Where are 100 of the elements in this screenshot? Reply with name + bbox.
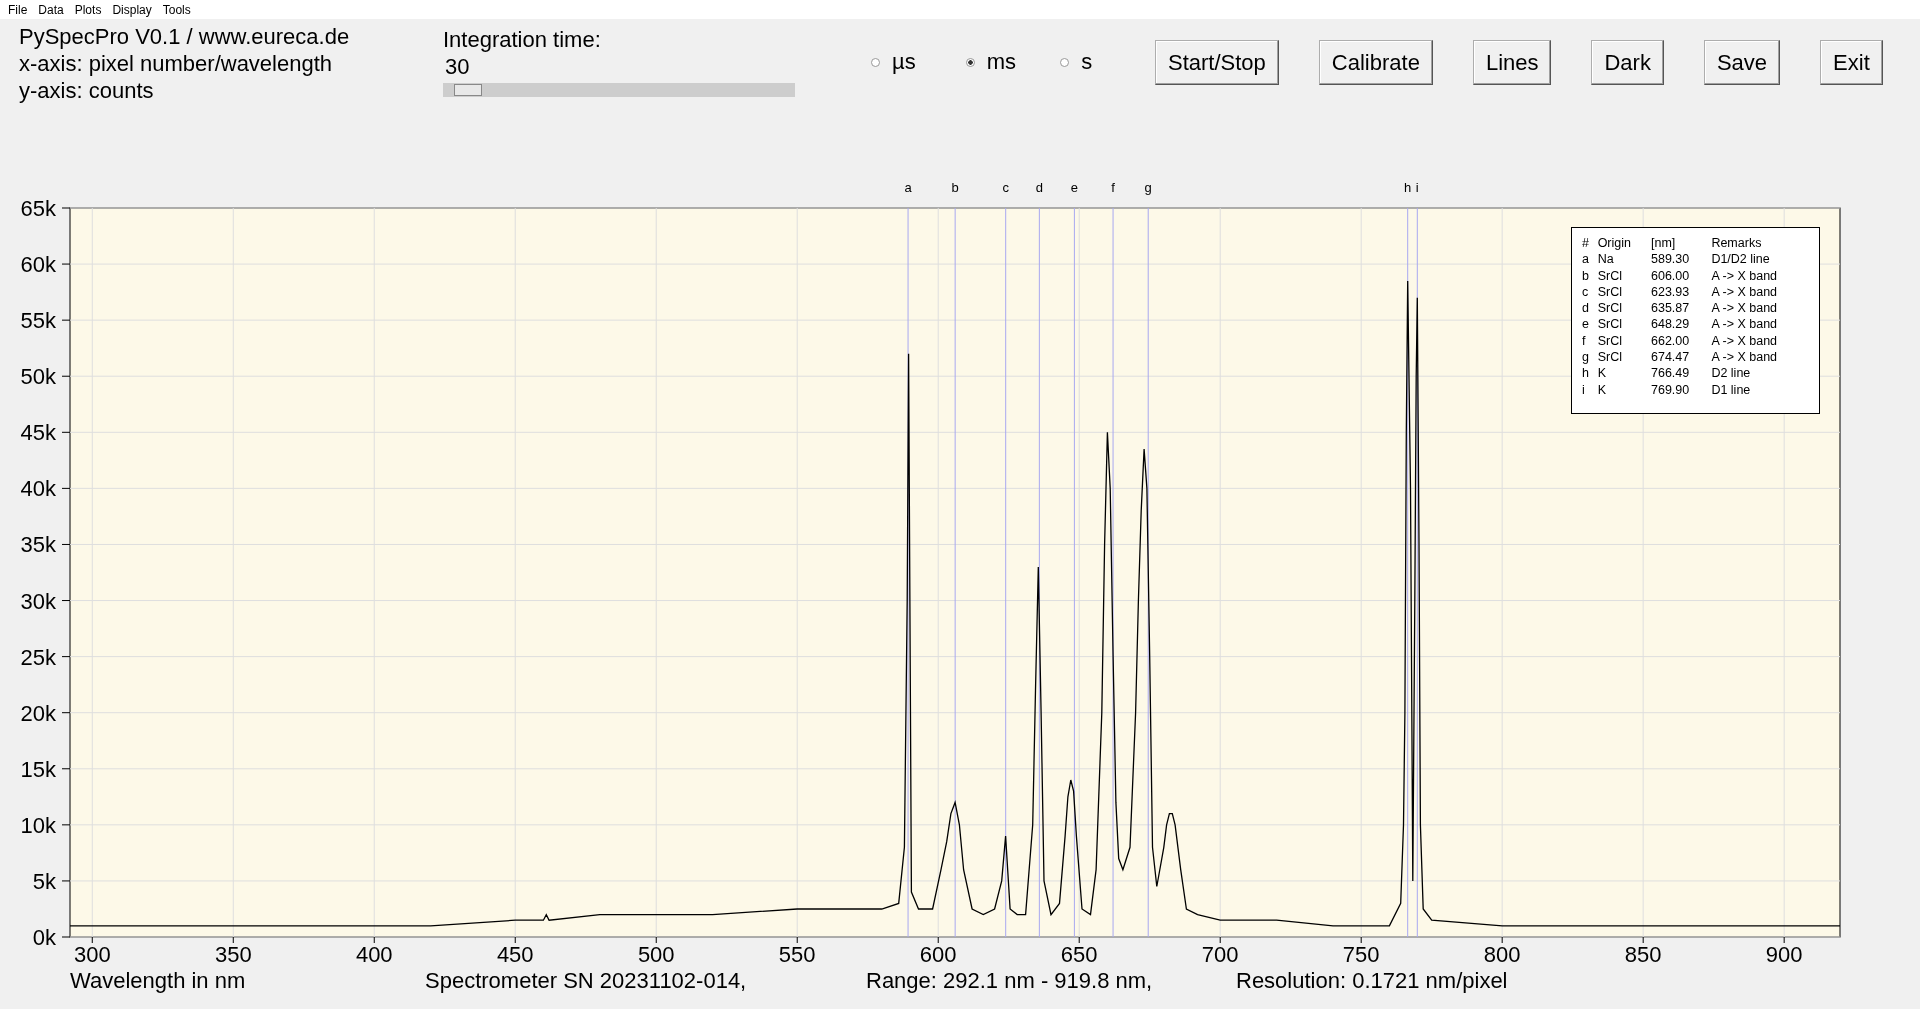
toolbar-button[interactable]: Lines <box>1472 40 1552 85</box>
y-tick-label: 50k <box>20 364 56 390</box>
legend-cell-text: K <box>1597 382 1607 399</box>
legend-cell-text: A -> X band <box>1711 350 1779 367</box>
y-tick-label: 35k <box>20 532 56 558</box>
legend-cell-text: i <box>1582 382 1586 399</box>
legend-cell-text: SrCl <box>1597 333 1623 350</box>
radio-label: s <box>1081 49 1093 75</box>
legend-cell-text: 769.90 <box>1651 382 1691 399</box>
x-tick-label: 650 <box>1060 942 1098 967</box>
x-tick-label: 450 <box>496 942 534 967</box>
integration-label: Integration time: <box>443 26 602 53</box>
menu-item[interactable]: Display <box>108 2 159 17</box>
y-tick-label: 10k <box>20 812 56 838</box>
unit-radio[interactable]: s <box>1060 49 1155 75</box>
legend-cell-text: 623.93 <box>1651 284 1691 301</box>
marker-label: b <box>951 180 959 195</box>
legend-cell-text: 589.30 <box>1651 252 1691 269</box>
y-tick-label: 0k <box>32 925 56 950</box>
menu-item[interactable]: File <box>4 2 35 17</box>
y-tick-label: 60k <box>20 252 56 278</box>
legend-cell-text: SrCl <box>1597 268 1623 285</box>
marker-label: a <box>904 180 912 195</box>
unit-radio[interactable]: µs <box>871 49 966 75</box>
unit-radio[interactable]: ms <box>965 49 1061 75</box>
toolbar-button[interactable]: Dark <box>1591 40 1664 85</box>
slider-thumb[interactable] <box>453 84 482 96</box>
menu-item[interactable]: Plots <box>70 2 109 17</box>
y-tick-label: 65k <box>20 196 56 221</box>
x-tick-label: 750 <box>1342 942 1380 967</box>
legend-cell-text: A -> X band <box>1711 317 1779 334</box>
legend-cell-text: g <box>1582 350 1590 367</box>
legend-cell-text: D1/D2 line <box>1711 252 1771 269</box>
x-tick-label: 850 <box>1624 942 1662 967</box>
info-text: PySpecPro V0.1 / www.eureca.de <box>19 23 351 50</box>
integration-value: 30 <box>444 53 471 80</box>
y-tick-label: 45k <box>20 420 56 446</box>
legend-cell-text: f <box>1582 333 1587 350</box>
marker-label: g <box>1144 180 1152 195</box>
toolbar-button[interactable]: Start/Stop <box>1155 40 1279 85</box>
legend-cell-text: A -> X band <box>1711 284 1779 301</box>
legend-cell-text: SrCl <box>1597 350 1623 367</box>
legend-cell-text: A -> X band <box>1711 333 1779 350</box>
x-tick-label: 500 <box>637 942 675 967</box>
x-tick-label: 400 <box>355 942 393 967</box>
info-text: y-axis: counts <box>19 77 155 104</box>
y-tick-label: 30k <box>20 588 56 614</box>
legend-cell-text: D2 line <box>1711 366 1752 383</box>
legend-cell-text: SrCl <box>1597 301 1623 318</box>
y-tick-label: 55k <box>20 308 56 334</box>
x-tick-label: 800 <box>1483 942 1521 967</box>
marker-label: h <box>1404 180 1412 195</box>
radio-label: µs <box>892 49 916 75</box>
legend-cell-text: 766.49 <box>1651 366 1691 383</box>
legend-cell-text: K <box>1597 366 1607 383</box>
status-text: Range: 292.1 nm - 919.8 nm, <box>866 968 1153 993</box>
legend-header: Origin <box>1597 236 1632 252</box>
menu-item[interactable]: Data <box>34 2 71 17</box>
legend-cell-text: d <box>1582 301 1590 318</box>
integration-slider[interactable] <box>443 83 795 97</box>
legend-cell-text: A -> X band <box>1711 268 1779 285</box>
legend-cell-text: SrCl <box>1597 284 1623 301</box>
legend-cell-text: 635.87 <box>1651 301 1691 318</box>
status-text: Resolution: 0.1721 nm/pixel <box>1236 968 1508 993</box>
x-axis-title: Wavelength in nm <box>70 968 246 993</box>
legend-cell-text: c <box>1582 284 1590 301</box>
toolbar-button[interactable]: Exit <box>1820 40 1883 85</box>
legend-cell-text: b <box>1582 268 1590 285</box>
legend-header: [nm] <box>1651 236 1677 252</box>
x-tick-label: 900 <box>1765 942 1803 967</box>
legend-cell-text: e <box>1582 317 1590 334</box>
y-tick-label: 40k <box>20 476 56 502</box>
x-tick-label: 700 <box>1201 942 1239 967</box>
marker-label: e <box>1070 180 1078 195</box>
radio-label: ms <box>986 49 1016 75</box>
marker-label: c <box>1002 180 1009 195</box>
info-text: x-axis: pixel number/wavelength <box>19 50 334 77</box>
toolbar-button[interactable]: Calibrate <box>1318 40 1433 85</box>
legend-cell-text: 606.00 <box>1651 268 1691 285</box>
legend-cell-text: SrCl <box>1597 317 1623 334</box>
legend-cell-text: 662.00 <box>1651 333 1691 350</box>
x-tick-label: 600 <box>919 942 957 967</box>
y-tick-label: 15k <box>20 756 56 782</box>
y-tick-label: 25k <box>20 644 56 670</box>
x-tick-label: 550 <box>778 942 816 967</box>
toolbar-button[interactable]: Save <box>1703 40 1781 85</box>
legend-cell-text: h <box>1582 366 1590 383</box>
x-tick-label: 350 <box>214 942 252 967</box>
legend-cell-text: 648.29 <box>1651 317 1691 334</box>
legend-cell-text: a <box>1582 252 1590 269</box>
legend-header: # <box>1582 236 1590 252</box>
status-text: Spectrometer SN 20231102-014, <box>425 968 747 993</box>
y-tick-label: 5k <box>32 868 56 894</box>
marker-label: f <box>1111 180 1115 195</box>
menu-item[interactable]: Tools <box>158 2 198 17</box>
y-tick-label: 20k <box>20 700 56 726</box>
legend-cell-text: D1 line <box>1711 382 1752 399</box>
legend-cell-text: A -> X band <box>1711 301 1779 318</box>
legend-header: Remarks <box>1711 236 1763 252</box>
marker-label: d <box>1035 180 1043 195</box>
